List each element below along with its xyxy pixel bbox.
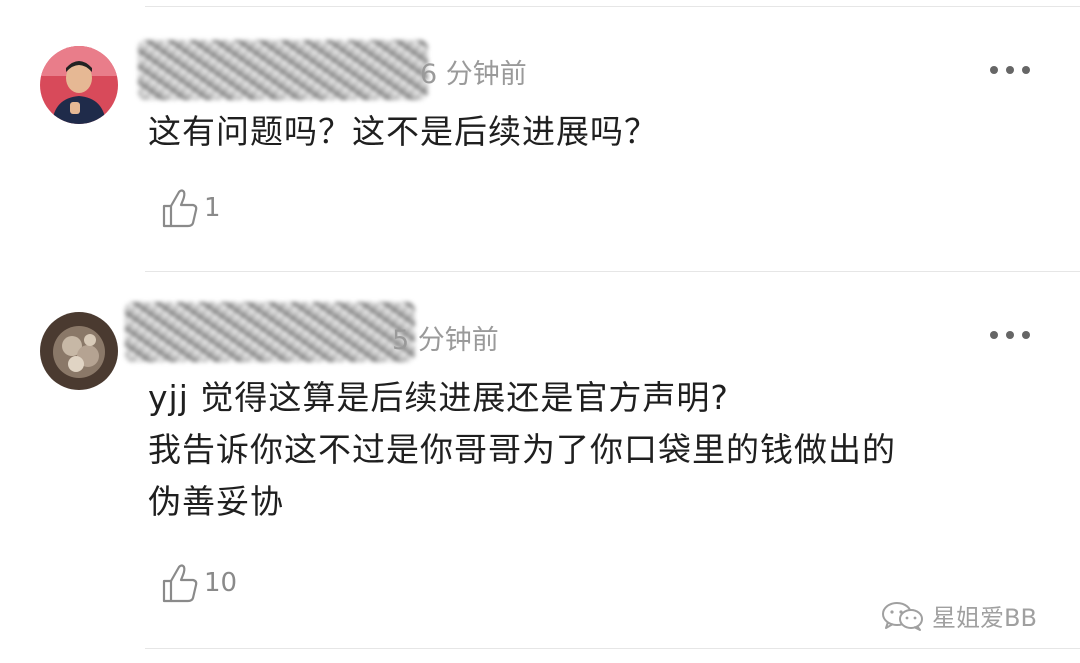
more-options-button[interactable]: [990, 65, 1030, 75]
more-options-button[interactable]: [990, 330, 1030, 340]
like-count: 10: [204, 568, 238, 598]
like-count: 1: [204, 193, 221, 223]
thumbs-up-icon: [162, 564, 198, 603]
username-redacted: [138, 40, 428, 100]
comment-text: yjj 觉得这算是后续进展还是官方声明? 我告诉你这不过是你哥哥为了你口袋里的钱…: [148, 378, 896, 521]
more-dot: [990, 331, 998, 339]
more-dot: [1006, 66, 1014, 74]
comment-time: 5 分钟前: [392, 325, 499, 356]
thumbs-up-icon: [162, 189, 198, 228]
avatar[interactable]: [40, 312, 118, 390]
more-dot: [990, 66, 998, 74]
avatar-image: [40, 46, 118, 124]
watermark-text: 星姐爱BB: [932, 604, 1037, 632]
like-button[interactable]: 10: [160, 561, 237, 605]
wechat-icon: [882, 601, 923, 631]
avatar-image: [40, 312, 118, 390]
more-dot: [1022, 66, 1030, 74]
avatar[interactable]: [40, 46, 118, 124]
top-divider: [145, 6, 1080, 7]
comment-divider: [145, 271, 1080, 272]
bottom-divider: [145, 648, 1080, 649]
more-dot: [1022, 331, 1030, 339]
watermark: 星姐爱BB: [880, 598, 1037, 633]
more-dot: [1006, 331, 1014, 339]
comment-text: 这有问题吗？这不是后续进展吗？: [148, 112, 658, 151]
username-redacted: [125, 302, 415, 362]
like-button[interactable]: 1: [160, 186, 221, 230]
comment-time: 6 分钟前: [420, 59, 527, 90]
